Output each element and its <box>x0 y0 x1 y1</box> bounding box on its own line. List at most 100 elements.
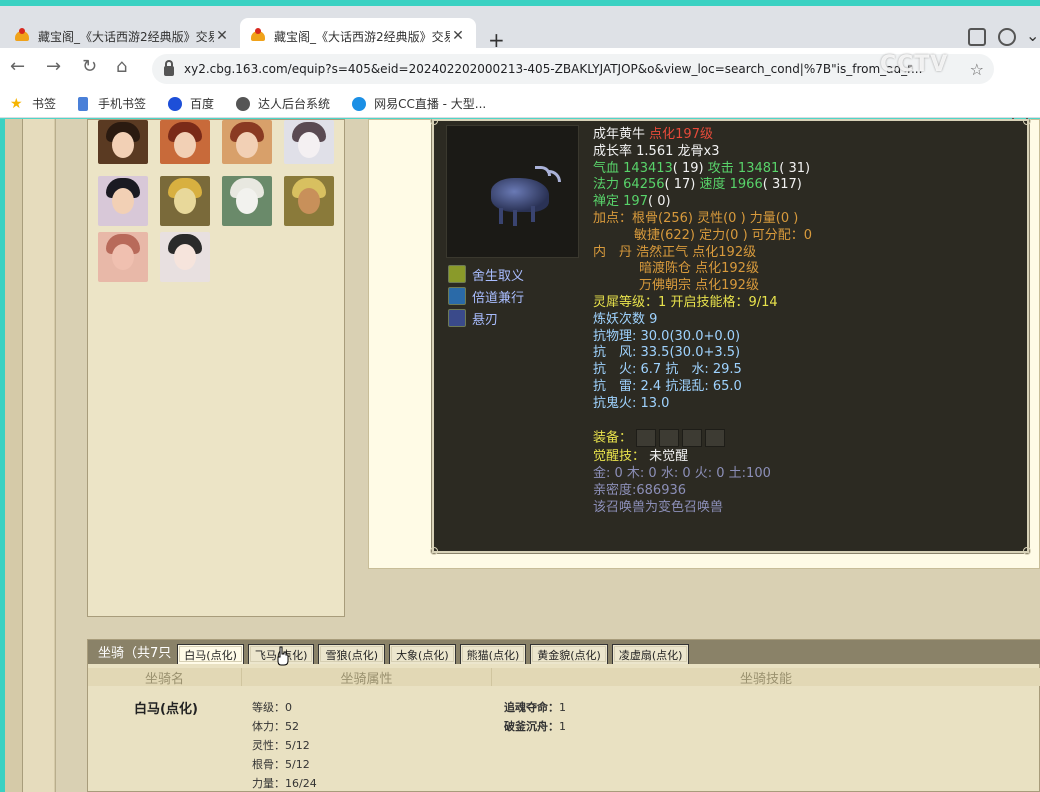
page-content: 舍生取义 倍道兼行 悬刃 成年黄牛 点化197级 成长率 1.561 龙骨x3 … <box>0 119 1040 792</box>
home-icon[interactable]: ⌂ <box>116 56 127 77</box>
star-icon: ★ <box>10 95 23 112</box>
bookmark-item[interactable]: 达人后台系统 <box>236 95 330 112</box>
mount-tab[interactable]: 白马(点化) <box>177 644 244 664</box>
cctv-watermark: CCTV <box>880 52 949 77</box>
browser-tab-bar: 藏宝阁_《大话西游2经典版》交易 ✕ 藏宝阁_《大话西游2经典版》交易 ✕ + … <box>0 0 1040 54</box>
pet-avatar[interactable] <box>98 176 148 226</box>
mp-points: ( 17) <box>664 177 696 193</box>
mount-attr: 灵性：5/12 <box>252 739 310 752</box>
mount-attr: 根骨：5/12 <box>252 758 310 771</box>
tab-search-icon[interactable] <box>968 28 986 46</box>
pet-avatar[interactable] <box>98 232 148 282</box>
neidan-item: 浩然正气 点化192级 <box>636 244 757 260</box>
reload-icon[interactable]: ↻ <box>82 56 97 77</box>
pet-avatar[interactable] <box>160 176 210 226</box>
avatar-face <box>236 132 258 158</box>
card-corner <box>430 547 438 555</box>
pet-avatar[interactable] <box>284 176 334 226</box>
pet-avatar[interactable] <box>98 120 148 164</box>
mount-skill-level: 1 <box>559 720 566 733</box>
bookmark-item[interactable]: 手机书签 <box>78 95 146 112</box>
bookmark-label: 书签 <box>32 97 57 111</box>
url-text[interactable]: xy2.cbg.163.com/equip?s=405&eid=20240220… <box>184 62 922 76</box>
pet-name: 成年黄牛 <box>593 127 646 142</box>
avatar-face <box>298 188 320 214</box>
back-icon[interactable]: ← <box>10 56 25 77</box>
avatar-face <box>236 188 258 214</box>
alloc-row-1: 加点：根骨(256) 灵性(0 ) 力量(0 ) <box>593 210 799 226</box>
hp-atk-row: 气血 143413( 19) 攻击 13481( 31) <box>593 161 1023 178</box>
skill-sacrifice-icon <box>448 265 466 283</box>
pet-avatar[interactable] <box>222 176 272 226</box>
pet-name-row: 成年黄牛 点化197级 <box>593 127 1023 144</box>
pet-stats: 成年黄牛 点化197级 成长率 1.561 龙骨x3 气血 143413( 19… <box>593 127 1023 517</box>
equip-slot[interactable] <box>659 429 680 448</box>
mount-attributes: 等级：0 体力：52 灵性：5/12 根骨：5/12 力量：16/24 <box>252 698 317 792</box>
mount-section: 坐骑（共7只 白马(点化) 飞马(点化) 雪狼(点化) 大象(点化) 熊猫(点化… <box>87 639 1040 792</box>
mount-tab[interactable]: 凌虚扇(点化) <box>611 644 690 664</box>
lianyao-row: 炼妖次数 9 <box>593 312 1023 329</box>
equip-slot[interactable] <box>682 429 703 448</box>
card-corner <box>1023 547 1031 555</box>
pet-avatar[interactable] <box>160 232 210 282</box>
col-header-attrs: 坐骑属性 <box>242 668 492 687</box>
avatar-face <box>298 132 320 158</box>
ox-horn <box>547 170 561 182</box>
address-bar[interactable]: xy2.cbg.163.com/equip?s=405&eid=20240220… <box>152 54 994 84</box>
cbg-favicon-icon <box>14 28 30 44</box>
pet-portrait <box>446 125 579 258</box>
mount-tab[interactable]: 雪狼(点化) <box>318 644 386 664</box>
mount-tab[interactable]: 熊猫(点化) <box>459 644 527 664</box>
mount-attr: 体力：52 <box>252 720 299 733</box>
slots-value: 9/14 <box>748 294 778 310</box>
bookmark-item[interactable]: 百度 <box>168 95 214 112</box>
bookmark-item[interactable]: ★ 书签 <box>10 95 56 112</box>
mount-attr: 等级：0 <box>252 701 292 714</box>
bookmark-label: 网易CC直播 - 大型... <box>374 97 487 111</box>
lingxi-row: 灵犀等级：1 开启技能格：9/14 <box>593 295 1023 312</box>
pet-detail-card: 舍生取义 倍道兼行 悬刃 成年黄牛 点化197级 成长率 1.561 龙骨x3 … <box>430 119 1031 555</box>
neidan-row-3: 万佛朝宗 点化192级 <box>639 278 759 294</box>
growth-row: 成长率 1.561 龙骨x3 <box>593 144 1023 161</box>
avatar-grid <box>98 120 334 282</box>
mount-tab[interactable]: 大象(点化) <box>389 644 456 664</box>
card-corner <box>430 119 438 125</box>
hp-points: ( 19) <box>672 160 704 176</box>
cc-logo-icon <box>352 96 367 111</box>
pet-skill-item[interactable]: 舍生取义 <box>448 263 524 285</box>
mount-tab[interactable]: 黄金貌(点化) <box>530 644 608 664</box>
ox-leg <box>513 210 517 226</box>
col-header-name: 坐骑名 <box>88 668 242 687</box>
equip-slot[interactable] <box>705 429 726 448</box>
lingxi-label: 灵犀等级： <box>593 294 659 310</box>
pet-skill-item[interactable]: 悬刃 <box>448 307 524 329</box>
pet-skill-list: 舍生取义 倍道兼行 悬刃 <box>448 263 524 329</box>
avatar-face <box>112 188 134 214</box>
mount-skill: 追魂夺命：1 <box>504 698 566 717</box>
awaken-label: 觉醒技： <box>593 449 646 465</box>
lock-icon[interactable] <box>164 60 174 76</box>
profile-icon[interactable] <box>998 28 1016 46</box>
bookmark-label: 手机书签 <box>98 97 147 111</box>
pet-avatar-panel <box>87 119 345 617</box>
pet-skill-item[interactable]: 倍道兼行 <box>448 285 524 307</box>
resist-row: 抗物理: 30.0(30.0+0.0) <box>593 328 741 344</box>
close-tab-icon[interactable]: ✕ <box>450 28 466 44</box>
resist-row: 抗 火: 6.7 抗 水: 29.5 <box>593 362 742 378</box>
chrome-menu-icon[interactable]: ⌄ <box>1026 26 1039 45</box>
bookmark-item[interactable]: 网易CC直播 - 大型... <box>352 95 486 112</box>
pet-avatar[interactable] <box>160 120 210 164</box>
avatar-face <box>112 132 134 158</box>
pet-avatar[interactable] <box>284 120 334 164</box>
bookmark-star-icon[interactable]: ☆ <box>970 60 984 79</box>
pet-level: 点化197级 <box>649 127 713 142</box>
skill-name: 倍道兼行 <box>472 290 525 306</box>
ox-leg <box>531 206 535 222</box>
calm-value: 197 <box>623 194 648 210</box>
equip-slot[interactable] <box>636 429 657 448</box>
forward-icon[interactable]: → <box>46 56 61 77</box>
mount-skill-level: 1 <box>559 701 566 714</box>
pet-avatar[interactable] <box>222 120 272 164</box>
close-tab-icon[interactable]: ✕ <box>214 28 230 44</box>
col-header-skills: 坐骑技能 <box>492 668 1040 687</box>
